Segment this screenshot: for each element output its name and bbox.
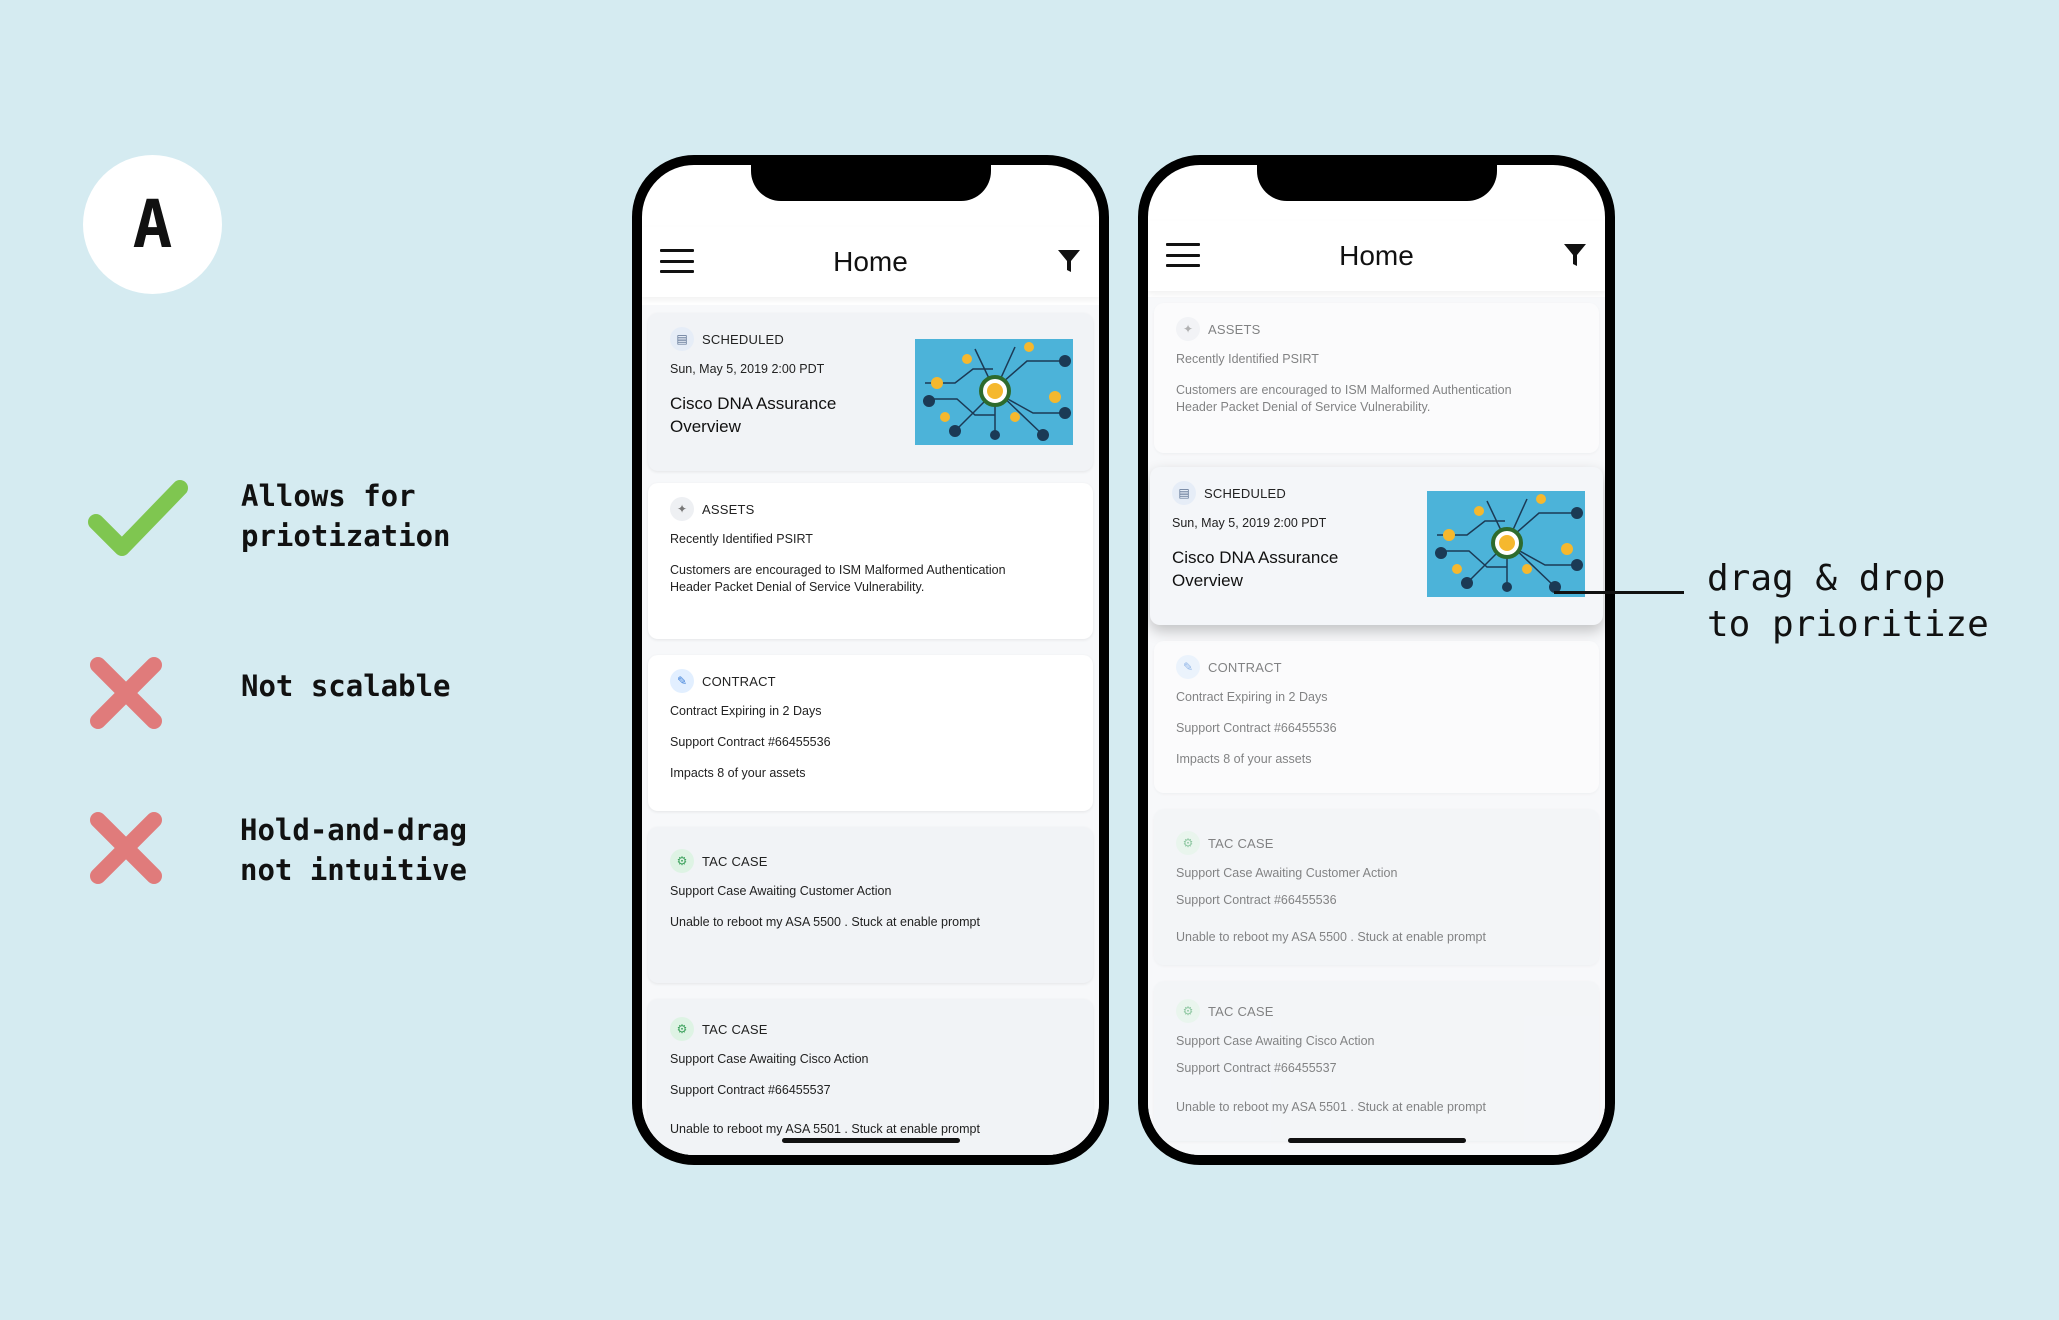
annotation-text: drag & drop to prioritize — [1707, 558, 1989, 645]
lightbulb-icon: ✦ — [670, 497, 694, 521]
calendar-icon: ▤ — [1172, 481, 1196, 505]
feed-card-contract[interactable]: ✎ CONTRACT Contract Expiring in 2 Days Su… — [1154, 641, 1599, 793]
app-bar: Home — [1148, 221, 1605, 291]
criteria-text-scalable: Not scalable — [241, 669, 451, 703]
card-type: ASSETS — [1208, 321, 1261, 337]
wrench-icon: ⚙ — [670, 849, 694, 873]
card-type: TAC CASE — [1208, 1003, 1274, 1019]
criteria-row-drag — [88, 810, 188, 890]
variant-label: A — [132, 186, 173, 263]
home-indicator — [1287, 1138, 1466, 1143]
page-title: Home — [1339, 240, 1414, 271]
card-line: Support Contract #66455536 — [1176, 893, 1337, 907]
filter-icon[interactable] — [1057, 248, 1081, 274]
card-line: Support Case Awaiting Customer Action — [1176, 866, 1398, 880]
card-line: Contract Expiring in 2 Days — [1176, 690, 1328, 704]
network-illustration-image — [1427, 491, 1585, 597]
card-description: Customers are encouraged to ISM Malforme… — [1176, 383, 1512, 414]
network-illustration-image — [915, 339, 1073, 445]
card-line: Support Contract #66455536 — [670, 735, 831, 749]
card-line: Unable to reboot my ASA 5501 . Stuck at … — [670, 1122, 980, 1136]
card-line: Contract Expiring in 2 Days — [670, 704, 822, 718]
feed-card-tac-case[interactable]: ⚙ TAC CASE Support Case Awaiting Customer… — [648, 827, 1093, 983]
annotation-leader-line — [1554, 591, 1684, 594]
card-line: Unable to reboot my ASA 5500 . Stuck at … — [1176, 930, 1486, 944]
app-bar: Home — [642, 227, 1099, 297]
card-line: Unable to reboot my ASA 5500 . Stuck at … — [670, 915, 980, 929]
card-line: Unable to reboot my ASA 5501 . Stuck at … — [1176, 1100, 1486, 1114]
cross-icon — [88, 655, 188, 735]
wrench-icon: ⚙ — [1176, 999, 1200, 1023]
feed-card-scheduled[interactable]: ▤ SCHEDULED Sun, May 5, 2019 2:00 PDT Cis… — [648, 313, 1093, 471]
feed-card-assets[interactable]: ✦ ASSETS Recently Identified PSIRT Custom… — [1154, 303, 1599, 453]
feed-list[interactable]: ▤ SCHEDULED Sun, May 5, 2019 2:00 PDT Cis… — [642, 305, 1099, 1155]
card-line: Support Contract #66455537 — [670, 1083, 831, 1097]
document-icon: ✎ — [670, 669, 694, 693]
phone-notch — [750, 165, 991, 201]
check-icon — [88, 478, 188, 558]
variant-badge: A — [83, 155, 222, 294]
hamburger-menu-icon[interactable] — [1166, 243, 1200, 267]
feed-card-assets[interactable]: ✦ ASSETS Recently Identified PSIRT Custom… — [648, 483, 1093, 639]
card-type: SCHEDULED — [702, 331, 784, 347]
wrench-icon: ⚙ — [1176, 831, 1200, 855]
criteria-row-scalable — [88, 655, 188, 735]
phone-mockup-dragging: Home ✦ ASSETS Recently Identified PSIRT C… — [1138, 155, 1615, 1165]
card-type: ASSETS — [702, 501, 755, 517]
feed-card-scheduled-dragging[interactable]: ▤ SCHEDULED Sun, May 5, 2019 2:00 PDT Cis… — [1150, 467, 1603, 625]
calendar-icon: ▤ — [670, 327, 694, 351]
phone-notch — [1256, 165, 1497, 201]
feed-card-contract[interactable]: ✎ CONTRACT Contract Expiring in 2 Days Su… — [648, 655, 1093, 811]
card-line: Support Case Awaiting Cisco Action — [670, 1052, 869, 1066]
hamburger-menu-icon[interactable] — [660, 249, 694, 273]
card-type: SCHEDULED — [1204, 485, 1286, 501]
filter-icon[interactable] — [1563, 242, 1587, 268]
criteria-text-drag: Hold-and-drag not intuitive — [240, 813, 467, 887]
card-type: CONTRACT — [702, 673, 776, 689]
card-line: Recently Identified PSIRT — [1176, 352, 1319, 366]
card-description: Customers are encouraged to ISM Malforme… — [670, 563, 1006, 594]
card-line: Support Contract #66455537 — [1176, 1061, 1337, 1075]
feed-card-tac-case[interactable]: ⚙ TAC CASE Support Case Awaiting Customer… — [1154, 809, 1599, 965]
feed-card-tac-case[interactable]: ⚙ TAC CASE Support Case Awaiting Cisco Ac… — [1154, 981, 1599, 1141]
feed-list[interactable]: ✦ ASSETS Recently Identified PSIRT Custom… — [1148, 297, 1605, 1155]
card-type: TAC CASE — [702, 1021, 768, 1037]
document-icon: ✎ — [1176, 655, 1200, 679]
card-line: Impacts 8 of your assets — [670, 766, 806, 780]
phone-mockup-before: Home ▤ SCHEDULED Sun, May 5, 2019 2:00 PD… — [632, 155, 1109, 1165]
home-indicator — [781, 1138, 960, 1143]
card-type: TAC CASE — [702, 853, 768, 869]
card-type: TAC CASE — [1208, 835, 1274, 851]
lightbulb-icon: ✦ — [1176, 317, 1200, 341]
page-title: Home — [833, 246, 908, 277]
criteria-text-prioritization: Allows for priotization — [241, 479, 451, 553]
card-line: Support Case Awaiting Customer Action — [670, 884, 892, 898]
card-line: Support Case Awaiting Cisco Action — [1176, 1034, 1375, 1048]
card-line: Support Contract #66455536 — [1176, 721, 1337, 735]
wrench-icon: ⚙ — [670, 1017, 694, 1041]
card-line: Recently Identified PSIRT — [670, 532, 813, 546]
criteria-row-prioritization — [88, 478, 188, 558]
card-type: CONTRACT — [1208, 659, 1282, 675]
card-line: Impacts 8 of your assets — [1176, 752, 1312, 766]
cross-icon — [88, 810, 188, 890]
